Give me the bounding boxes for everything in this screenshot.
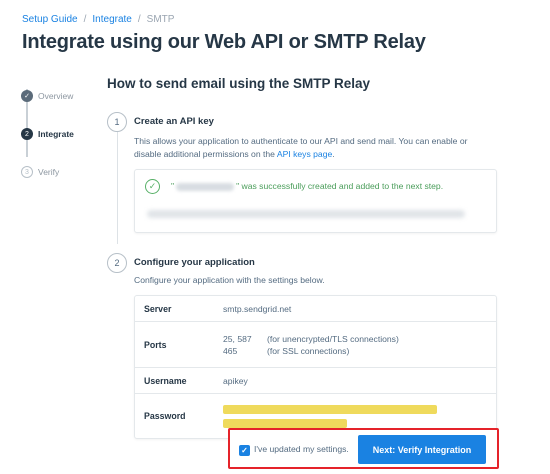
success-check-icon: ✓ — [145, 179, 160, 194]
step-label: Verify — [38, 167, 60, 177]
ports-value: 25, 587 (for unencrypted/TLS connections… — [223, 334, 399, 356]
redacted-password — [223, 404, 437, 428]
port-number: 25, 587 — [223, 333, 252, 344]
redaction-bar — [223, 404, 437, 414]
success-message: " " was successfully created and added to… — [171, 181, 443, 191]
step-number-circle: 2 — [107, 253, 127, 273]
step-title: Configure your application — [134, 257, 255, 268]
table-row: Server smtp.sendgrid.net — [135, 296, 496, 322]
step-verify: 3 Verify — [21, 153, 101, 191]
step-description: Configure your application with the sett… — [134, 275, 325, 285]
quote-mark: " — [171, 181, 175, 191]
success-text: " was successfully created and added to … — [236, 181, 444, 191]
server-label: Server — [144, 303, 172, 314]
checkbox-label[interactable]: I've updated my settings. — [254, 444, 349, 454]
api-key-card: ✓ " " was successfully created and added … — [134, 169, 497, 233]
step-label: Integrate — [38, 129, 74, 139]
breadcrumb: Setup Guide / Integrate / SMTP — [22, 14, 174, 25]
redacted-api-key — [147, 210, 465, 218]
step-connector — [116, 132, 118, 244]
step-description: This allows your application to authenti… — [134, 135, 497, 161]
page-title: Integrate using our Web API or SMTP Rela… — [22, 31, 426, 53]
port-note: (for unencrypted/TLS connections) — [267, 333, 399, 344]
port-number: 465 — [223, 345, 238, 356]
breadcrumb-setup-guide[interactable]: Setup Guide — [22, 14, 78, 25]
api-keys-page-link[interactable]: API keys page — [277, 149, 332, 159]
main-content: How to send email using the SMTP Relay 1… — [107, 76, 497, 439]
breadcrumb-separator: / — [137, 14, 141, 25]
table-row: Ports 25, 587 (for unencrypted/TLS conne… — [135, 322, 496, 368]
next-verify-integration-button[interactable]: Next: Verify Integration — [358, 435, 486, 464]
redacted-key-name — [176, 182, 235, 191]
username-label: Username — [144, 375, 187, 386]
password-label: Password — [144, 411, 186, 421]
check-icon: ✓ — [21, 90, 33, 102]
table-row: Username apikey — [135, 368, 496, 394]
progress-steps: ✓ Overview 2 Integrate 3 Verify — [21, 77, 101, 191]
action-bar: ✓ I've updated my settings. Next: Verify… — [228, 428, 499, 469]
step-configure-application: 2 Configure your application Configure y… — [107, 253, 497, 439]
step-title: Create an API key — [134, 116, 214, 127]
smtp-settings-table: Server smtp.sendgrid.net Ports 25, 587 (… — [134, 295, 497, 439]
description-text: . — [332, 149, 335, 159]
ports-label: Ports — [144, 339, 167, 350]
breadcrumb-integrate[interactable]: Integrate — [92, 14, 131, 25]
redaction-bar — [223, 418, 347, 428]
step-number-circle: 1 — [107, 112, 127, 132]
updated-settings-checkbox[interactable]: ✓ — [239, 445, 250, 456]
server-value: smtp.sendgrid.net — [223, 303, 292, 314]
username-value: apikey — [223, 375, 248, 386]
section-title: How to send email using the SMTP Relay — [107, 76, 371, 91]
step-label: Overview — [38, 91, 74, 101]
step-number: 2 — [21, 128, 33, 140]
port-note: (for SSL connections) — [267, 345, 350, 356]
breadcrumb-smtp: SMTP — [146, 14, 175, 25]
breadcrumb-separator: / — [83, 14, 87, 25]
step-create-api-key: 1 Create an API key This allows your app… — [107, 112, 497, 244]
step-integrate: 2 Integrate — [21, 115, 101, 153]
step-number: 3 — [21, 166, 33, 178]
step-overview[interactable]: ✓ Overview — [21, 77, 101, 115]
